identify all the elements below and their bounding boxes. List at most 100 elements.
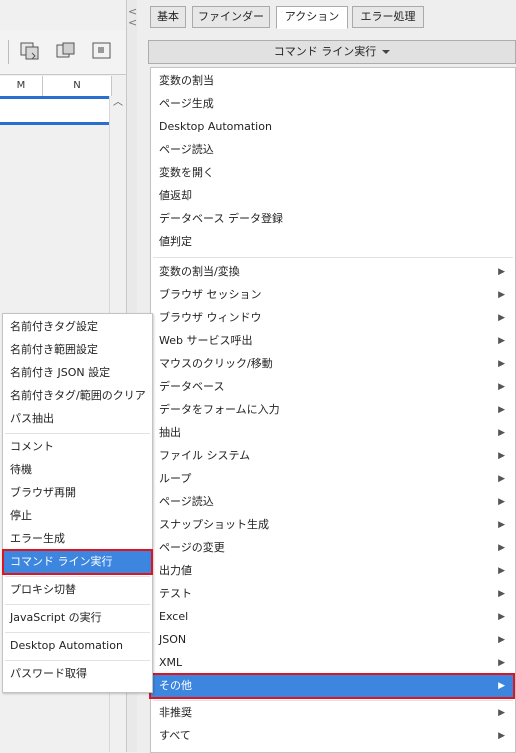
submenu-item[interactable]: ブラウザ再開 — [3, 482, 152, 504]
tab-bar: 基本 ファインダー アクション エラー処理 — [146, 6, 516, 29]
submenu-item[interactable]: 待機 — [3, 459, 152, 481]
chevron-right-icon: ▶ — [498, 612, 505, 622]
menu-item[interactable]: 値返却 — [151, 185, 515, 207]
menu-item-label: 抽出 — [159, 426, 181, 439]
menu-item[interactable]: XML ▶ — [151, 652, 515, 674]
menu-item-label: Web サービス呼出 — [159, 334, 253, 347]
menu-item[interactable]: スナップショット生成 ▶ — [151, 514, 515, 536]
menu-item[interactable]: データベース ▶ — [151, 376, 515, 398]
menu-item-label: ループ — [159, 472, 192, 485]
menu-item[interactable]: ファイル システム ▶ — [151, 445, 515, 467]
submenu-item[interactable]: 名前付きタグ設定 — [3, 316, 152, 338]
menu-separator — [5, 632, 150, 633]
chevron-right-icon: ▶ — [498, 520, 505, 530]
menu-item-label: ブラウザ セッション — [159, 288, 262, 301]
menu-separator — [5, 660, 150, 661]
menu-item-label: ブラウザ ウィンドウ — [159, 311, 262, 324]
menu-item[interactable]: ループ ▶ — [151, 468, 515, 490]
submenu-item[interactable]: プロキシ切替 — [3, 579, 152, 601]
menu-item[interactable]: Excel ▶ — [151, 606, 515, 628]
chevron-right-icon: ▶ — [498, 313, 505, 323]
menu-item[interactable]: ページの変更 ▶ — [151, 537, 515, 559]
menu-item[interactable]: Desktop Automation — [151, 116, 515, 138]
menu-item[interactable]: Web サービス呼出 ▶ — [151, 330, 515, 352]
menu-item[interactable]: すべて ▶ — [151, 725, 515, 747]
menu-item-other[interactable]: その他 ▶ — [151, 675, 515, 697]
menu-item[interactable]: 抽出 ▶ — [151, 422, 515, 444]
menu-item[interactable]: 変数の割当 — [151, 70, 515, 92]
menu-item-label: 変数の割当 — [159, 74, 214, 87]
chevron-right-icon: ▶ — [498, 290, 505, 300]
submenu-item[interactable]: JavaScript の実行 — [3, 607, 152, 629]
view-icon[interactable] — [90, 40, 114, 62]
menu-item-label: JSON — [159, 633, 187, 646]
tab-action[interactable]: アクション — [276, 6, 348, 29]
chevron-right-icon: ▶ — [498, 566, 505, 576]
menu-item-label: データベース — [159, 380, 225, 393]
menu-item-label: ファイル システム — [159, 449, 251, 462]
command-type-dropdown[interactable]: コマンド ライン実行 — [148, 40, 516, 64]
toolbar-separator — [8, 40, 9, 64]
column-header-n[interactable]: N — [43, 76, 112, 96]
menu-item-label: すべて — [159, 729, 191, 742]
submenu-item[interactable]: Desktop Automation — [3, 635, 152, 657]
menu-item-label: その他 — [159, 679, 192, 692]
chevron-right-icon: ▶ — [498, 474, 505, 484]
menu-item-label: 非推奨 — [159, 706, 192, 719]
submenu-item[interactable]: 名前付き範囲設定 — [3, 339, 152, 361]
chevron-right-icon: ▶ — [498, 405, 505, 415]
menu-item-label: ページ読込 — [159, 495, 214, 508]
menu-item[interactable]: 出力値 ▶ — [151, 560, 515, 582]
submenu-item-command-line[interactable]: コマンド ライン実行 — [3, 551, 152, 573]
selection-line — [0, 122, 109, 125]
menu-item[interactable]: データベース データ登録 — [151, 208, 515, 230]
menu-item-label: ページ生成 — [159, 97, 214, 110]
nav-arrows-icon[interactable]: < < — [128, 6, 137, 28]
menu-item[interactable]: ページ読込 — [151, 139, 515, 161]
paste-icon[interactable] — [18, 40, 42, 62]
submenu-item[interactable]: 停止 — [3, 505, 152, 527]
menu-item-label: Excel — [159, 610, 189, 623]
menu-item[interactable]: 変数の割当/変換 ▶ — [151, 261, 515, 283]
chevron-right-icon: ▶ — [498, 658, 505, 668]
chevron-right-icon: ▶ — [498, 428, 505, 438]
menu-item-label: スナップショット生成 — [159, 518, 269, 531]
submenu-item[interactable]: 名前付きタグ/範囲のクリア — [3, 385, 152, 407]
tab-finder[interactable]: ファインダー — [192, 6, 270, 28]
menu-separator — [153, 257, 513, 258]
submenu-item[interactable]: パス抽出 — [3, 408, 152, 430]
menu-separator — [5, 433, 150, 434]
column-header: M N — [0, 76, 112, 97]
column-header-m[interactable]: M — [0, 76, 43, 96]
copy-icon[interactable] — [54, 40, 78, 62]
menu-item-label: ページ読込 — [159, 143, 214, 156]
menu-item[interactable]: ページ生成 — [151, 93, 515, 115]
chevron-right-icon: ▶ — [498, 267, 505, 277]
menu-item[interactable]: データをフォームに入力 ▶ — [151, 399, 515, 421]
menu-item-label: データベース データ登録 — [159, 212, 283, 225]
tab-error-handling[interactable]: エラー処理 — [352, 6, 424, 28]
scroll-up-icon[interactable]: ︿ — [112, 96, 124, 110]
menu-item[interactable]: ブラウザ ウィンドウ ▶ — [151, 307, 515, 329]
menu-item[interactable]: マウスのクリック/移動 ▶ — [151, 353, 515, 375]
chevron-right-icon: ▶ — [498, 336, 505, 346]
command-type-label: コマンド ライン実行 — [273, 45, 377, 58]
submenu-item[interactable]: エラー生成 — [3, 528, 152, 550]
menu-item[interactable]: 変数を開く — [151, 162, 515, 184]
chevron-down-icon — [382, 50, 391, 54]
tab-basic[interactable]: 基本 — [150, 6, 186, 28]
menu-item[interactable]: 非推奨 ▶ — [151, 702, 515, 724]
menu-item[interactable]: テスト ▶ — [151, 583, 515, 605]
menu-item-label: マウスのクリック/移動 — [159, 357, 273, 370]
menu-item-label: 出力値 — [159, 564, 192, 577]
submenu-item[interactable]: コメント — [3, 436, 152, 458]
menu-separator — [5, 576, 150, 577]
submenu-item[interactable]: パスワード取得 — [3, 663, 152, 685]
chevron-right-icon: ▶ — [498, 589, 505, 599]
menu-item[interactable]: 値判定 — [151, 231, 515, 253]
submenu-item[interactable]: 名前付き JSON 設定 — [3, 362, 152, 384]
chevron-right-icon: ▶ — [498, 731, 505, 741]
menu-item[interactable]: ページ読込 ▶ — [151, 491, 515, 513]
menu-item[interactable]: JSON ▶ — [151, 629, 515, 651]
menu-item[interactable]: ブラウザ セッション ▶ — [151, 284, 515, 306]
